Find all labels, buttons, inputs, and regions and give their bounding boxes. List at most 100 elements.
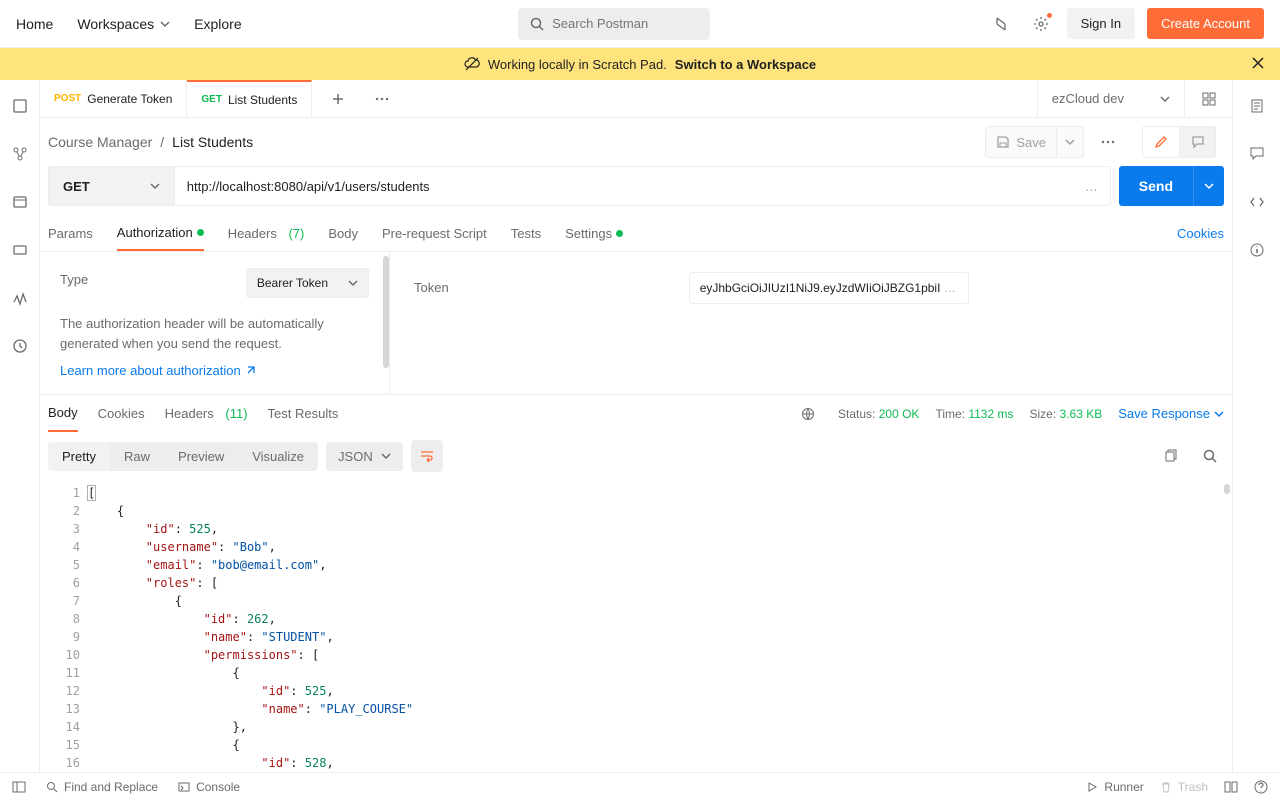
nav-workspaces[interactable]: Workspaces xyxy=(77,16,170,32)
tab-generate-token[interactable]: POST Generate Token xyxy=(40,80,187,117)
documentation-icon[interactable] xyxy=(1243,92,1271,120)
signin-button[interactable]: Sign In xyxy=(1067,8,1135,39)
search-response-button[interactable] xyxy=(1196,442,1224,470)
dot-indicator xyxy=(197,229,204,236)
search-icon xyxy=(530,17,544,31)
save-dropdown[interactable] xyxy=(1056,127,1083,157)
resp-tab-test-results[interactable]: Test Results xyxy=(268,395,339,432)
search-input[interactable] xyxy=(552,16,698,31)
history-icon[interactable] xyxy=(6,332,34,360)
save-button[interactable]: Save xyxy=(986,127,1056,157)
code-snippet-icon[interactable] xyxy=(1243,188,1271,216)
url-row: GET … Send xyxy=(40,166,1232,206)
view-mode-group: Pretty Raw Preview Visualize xyxy=(48,442,318,471)
view-pretty[interactable]: Pretty xyxy=(48,442,110,471)
console-button[interactable]: Console xyxy=(178,780,240,794)
help-button[interactable] xyxy=(1254,780,1268,794)
comment-mode-button[interactable] xyxy=(1179,127,1215,157)
tab-tests[interactable]: Tests xyxy=(511,216,541,251)
trash-button[interactable]: Trash xyxy=(1160,780,1208,794)
tab-params[interactable]: Params xyxy=(48,216,93,251)
auth-learn-more-link[interactable]: Learn more about authorization xyxy=(60,363,255,378)
top-nav: Home Workspaces Explore Sign In Create A… xyxy=(0,0,1280,48)
resp-tab-body[interactable]: Body xyxy=(48,395,78,432)
edit-mode-button[interactable] xyxy=(1143,127,1179,157)
copy-button[interactable] xyxy=(1156,442,1184,470)
tab-list-students[interactable]: GET List Students xyxy=(187,80,312,117)
resp-tab-cookies[interactable]: Cookies xyxy=(98,395,145,432)
tab-body[interactable]: Body xyxy=(328,216,358,251)
view-visualize[interactable]: Visualize xyxy=(238,442,318,471)
format-dropdown[interactable]: JSON xyxy=(326,442,403,471)
banner-link[interactable]: Switch to a Workspace xyxy=(675,57,816,72)
tab-menu-button[interactable] xyxy=(368,85,396,113)
auth-panel: Type Bearer Token The authorization head… xyxy=(40,252,1232,394)
status-label: Status: 200 OK xyxy=(838,407,919,421)
cookies-link[interactable]: Cookies xyxy=(1177,226,1224,241)
save-group: Save xyxy=(985,126,1084,158)
environment-preview-button[interactable] xyxy=(1184,80,1232,117)
method-badge-get: GET xyxy=(201,94,222,105)
url-truncated-icon: … xyxy=(1085,179,1098,194)
runner-button[interactable]: Runner xyxy=(1086,780,1143,794)
close-icon xyxy=(1252,57,1264,69)
comments-icon[interactable] xyxy=(1243,140,1271,168)
monitors-icon[interactable] xyxy=(6,284,34,312)
view-controls: Pretty Raw Preview Visualize JSON xyxy=(40,432,1232,480)
tab-settings[interactable]: Settings xyxy=(565,216,623,251)
view-preview[interactable]: Preview xyxy=(164,442,238,471)
token-input[interactable]: eyJhbGciOiJIUzI1NiJ9.eyJzdWIiOiJBZG1pbiI… xyxy=(689,272,969,304)
environments-icon[interactable] xyxy=(6,188,34,216)
sync-icon[interactable] xyxy=(987,10,1015,38)
response-tabs: Body Cookies Headers (11) Test Results S… xyxy=(40,394,1232,432)
send-dropdown[interactable] xyxy=(1193,166,1224,206)
mock-servers-icon[interactable] xyxy=(6,236,34,264)
breadcrumb: Course Manager / List Students xyxy=(48,134,253,150)
new-tab-button[interactable] xyxy=(324,85,352,113)
nav-home[interactable]: Home xyxy=(16,16,53,32)
chevron-down-icon xyxy=(1160,94,1170,104)
response-body[interactable]: 12345678910111213141516 [ { "id": 525, "… xyxy=(40,480,1232,772)
tab-label: List Students xyxy=(228,93,297,107)
toggle-sidebar-button[interactable] xyxy=(12,780,26,794)
scrollbar[interactable] xyxy=(1224,484,1230,494)
request-more-button[interactable] xyxy=(1092,126,1124,158)
view-raw[interactable]: Raw xyxy=(110,442,164,471)
two-pane-button[interactable] xyxy=(1224,781,1238,793)
right-sidebar xyxy=(1232,80,1280,772)
apis-icon[interactable] xyxy=(6,140,34,168)
left-sidebar xyxy=(0,80,40,772)
tab-prerequest[interactable]: Pre-request Script xyxy=(382,216,487,251)
send-button[interactable]: Send xyxy=(1119,166,1193,206)
auth-type-dropdown[interactable]: Bearer Token xyxy=(246,268,369,298)
chevron-down-icon xyxy=(348,278,358,288)
breadcrumb-parent[interactable]: Course Manager xyxy=(48,134,152,150)
search-box[interactable] xyxy=(518,8,710,40)
tabs-bar: POST Generate Token GET List Students ez… xyxy=(40,80,1232,118)
info-icon[interactable] xyxy=(1243,236,1271,264)
create-account-button[interactable]: Create Account xyxy=(1147,8,1264,39)
scrollbar[interactable] xyxy=(383,256,389,368)
globe-icon[interactable] xyxy=(794,400,822,428)
breadcrumb-row: Course Manager / List Students Save xyxy=(40,118,1232,166)
save-response-button[interactable]: Save Response xyxy=(1118,406,1224,421)
external-link-icon xyxy=(245,366,255,376)
size-label: Size: 3.63 KB xyxy=(1029,407,1102,421)
find-replace-button[interactable]: Find and Replace xyxy=(46,780,158,794)
request-tabs: Params Authorization Headers (7) Body Pr… xyxy=(40,216,1232,252)
url-input[interactable] xyxy=(187,179,1085,194)
wrap-lines-button[interactable] xyxy=(411,440,443,472)
tab-headers[interactable]: Headers (7) xyxy=(228,216,305,251)
nav-explore[interactable]: Explore xyxy=(194,16,241,32)
resp-tab-headers[interactable]: Headers (11) xyxy=(165,395,248,432)
banner-close[interactable] xyxy=(1252,57,1264,72)
settings-icon[interactable] xyxy=(1027,10,1055,38)
environment-select[interactable]: ezCloud dev xyxy=(1037,80,1184,117)
method-badge-post: POST xyxy=(54,93,81,104)
tab-authorization[interactable]: Authorization xyxy=(117,216,204,251)
time-label: Time: 1132 ms xyxy=(935,407,1013,421)
method-dropdown[interactable]: GET xyxy=(48,166,175,206)
scratch-banner: Working locally in Scratch Pad. Switch t… xyxy=(0,48,1280,80)
collections-icon[interactable] xyxy=(6,92,34,120)
token-label: Token xyxy=(414,272,449,295)
